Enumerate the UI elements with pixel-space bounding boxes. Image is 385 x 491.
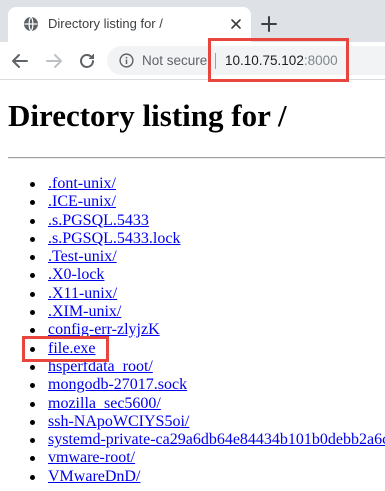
list-item: .Test-unix/ bbox=[0, 248, 385, 266]
file-link[interactable]: vmware-root/ bbox=[48, 449, 135, 466]
tab-title: Directory listing for / bbox=[48, 16, 163, 31]
list-item: .X11-unix/ bbox=[0, 285, 385, 303]
list-item: .ICE-unix/ bbox=[0, 193, 385, 211]
page-title: Directory listing for / bbox=[8, 98, 287, 133]
list-item: hsperfdata_root/ bbox=[0, 358, 385, 376]
file-link[interactable]: mozilla_sec5600/ bbox=[48, 395, 161, 412]
list-item: mongodb-27017.sock bbox=[0, 376, 385, 394]
not-secure-label: Not secure bbox=[142, 53, 208, 68]
tab-strip: Directory listing for / bbox=[0, 0, 385, 42]
browser-toolbar: Not secure 10.10.75.102:8000 bbox=[0, 42, 385, 80]
directory-listing: .font-unix/.ICE-unix/ .s.PGSQL.5433 .s.PGS… bbox=[0, 175, 385, 486]
list-item: ssh-NApoWCIYS5oi/ bbox=[0, 413, 385, 431]
file-link[interactable]: VMwareDnD/ bbox=[48, 468, 140, 485]
file-link[interactable]: .XIM-unix/ bbox=[48, 303, 121, 320]
file-link[interactable]: .X11-unix/ bbox=[48, 285, 117, 302]
list-item: mozilla_sec5600/ bbox=[0, 395, 385, 413]
close-icon[interactable] bbox=[228, 16, 244, 32]
list-item: .XIM-unix/ bbox=[0, 303, 385, 321]
file-link[interactable]: systemd-private-ca29a6db64e84434b101b0de… bbox=[48, 431, 385, 448]
list-item: config-err-zlyjzK bbox=[0, 321, 385, 339]
arrow-left-icon[interactable] bbox=[10, 51, 30, 71]
url-host: 10.10.75.102 bbox=[225, 53, 304, 68]
globe-icon bbox=[23, 16, 39, 32]
file-link[interactable]: ssh-NApoWCIYS5oi/ bbox=[48, 413, 189, 430]
file-link[interactable]: .Test-unix/ bbox=[48, 248, 117, 265]
list-item: file.exe bbox=[0, 340, 385, 358]
url-text[interactable]: 10.10.75.102:8000 bbox=[225, 53, 338, 68]
reload-icon[interactable] bbox=[77, 51, 97, 71]
list-item: VMwareDnD/ bbox=[0, 468, 385, 486]
plus-icon[interactable] bbox=[259, 14, 279, 34]
file-link[interactable]: hsperfdata_root/ bbox=[48, 358, 153, 375]
file-link[interactable]: .s.PGSQL.5433 bbox=[48, 212, 149, 229]
address-bar[interactable]: Not secure 10.10.75.102:8000 bbox=[107, 46, 385, 75]
file-link[interactable]: mongodb-27017.sock bbox=[48, 376, 187, 393]
list-item: .X0-lock bbox=[0, 266, 385, 284]
url-port: :8000 bbox=[303, 53, 338, 68]
list-item: .s.PGSQL.5433.lock bbox=[0, 230, 385, 248]
file-link[interactable]: .X0-lock bbox=[48, 266, 104, 283]
file-link[interactable]: .font-unix/ bbox=[48, 175, 116, 192]
browser-tab[interactable]: Directory listing for / bbox=[8, 7, 251, 42]
info-icon[interactable] bbox=[119, 53, 134, 68]
file-link[interactable]: file.exe bbox=[48, 340, 96, 357]
list-item: systemd-private-ca29a6db64e84434b101b0de… bbox=[0, 431, 385, 449]
arrow-right-icon[interactable] bbox=[44, 51, 64, 71]
file-link[interactable]: config-err-zlyjzK bbox=[48, 321, 160, 338]
omnibox-divider bbox=[215, 53, 216, 69]
horizontal-rule bbox=[8, 157, 385, 159]
list-item: .s.PGSQL.5433 bbox=[0, 212, 385, 230]
file-link[interactable]: .ICE-unix/ bbox=[48, 193, 116, 210]
file-link[interactable]: .s.PGSQL.5433.lock bbox=[48, 230, 180, 247]
list-item: .font-unix/ bbox=[0, 175, 385, 193]
list-item: vmware-root/ bbox=[0, 449, 385, 467]
